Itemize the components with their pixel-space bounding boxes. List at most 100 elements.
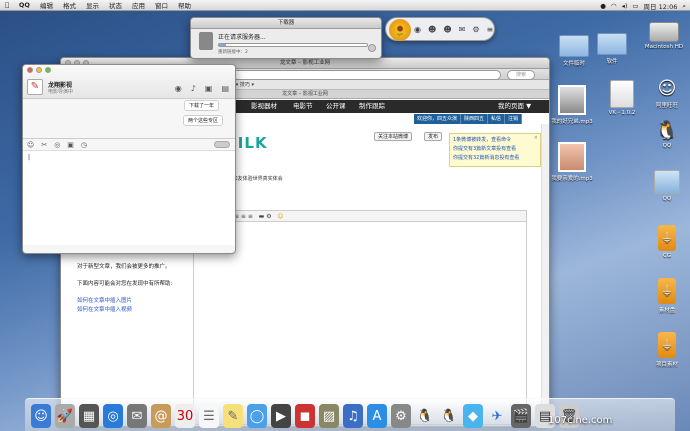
qq-dock-icon[interactable]: 🐧 [415, 404, 435, 428]
menu-icon[interactable]: ≡ [487, 25, 494, 34]
notice-line[interactable]: 你提交有3篇新文章投有查看 [453, 145, 537, 154]
facetime-icon[interactable]: ▶ [271, 404, 291, 428]
search-field[interactable]: 搜索 [507, 70, 535, 80]
iphoto-icon[interactable]: ▨ [319, 404, 339, 428]
film-app-icon[interactable]: 🎬 [511, 404, 531, 428]
clock[interactable]: 周日 12:06 [644, 1, 678, 11]
photo-booth-icon[interactable]: ◼ [295, 404, 315, 428]
desktop-icon-aliwangwang[interactable]: ☺ 阿里旺旺 [643, 78, 690, 109]
launchpad-icon[interactable]: 🚀 [55, 404, 75, 428]
desktop-icon-mp3-1[interactable]: 我的好兄弟.mp3 [548, 85, 596, 125]
avatar[interactable]: ✎ [27, 79, 43, 95]
calendar-icon[interactable]: 30 [175, 404, 195, 428]
app-store-icon[interactable]: A [367, 404, 387, 428]
wifi-icon[interactable]: ◠ [611, 2, 617, 10]
menu-window[interactable]: 窗口 [150, 0, 173, 10]
safari-icon[interactable]: ◎ [103, 404, 123, 428]
contacts-icon[interactable]: @ [151, 404, 171, 428]
zoom-button[interactable] [45, 67, 51, 73]
bird-app-icon[interactable]: ◆ [463, 404, 483, 428]
chat-bubble: 两个这些专区 [182, 115, 223, 126]
close-icon[interactable]: × [534, 134, 538, 143]
desktop-icon-mp3-2[interactable]: 我要亲爱的.mp3 [548, 142, 596, 182]
itunes-icon[interactable]: ♫ [343, 404, 363, 428]
battery-icon[interactable]: ▭ [632, 2, 638, 10]
image-thumbnail-icon [558, 85, 586, 115]
usb-drive-icon: ⏚ [658, 278, 676, 304]
messages-link[interactable]: 私信 [488, 114, 506, 124]
chat-header[interactable]: ✎ 龙翔影视 电影导演中 ◉ ♪ ▣ ▤ [23, 65, 235, 99]
messages-icon[interactable]: ◯ [247, 404, 267, 428]
microphone-icon[interactable]: ♪ [191, 84, 196, 93]
mail-stamp-icon[interactable]: ✉ [127, 404, 147, 428]
publish-button[interactable]: 发布 [424, 132, 443, 141]
scissors-icon[interactable]: ✂ [41, 141, 47, 149]
reminders-icon[interactable]: ☰ [199, 404, 219, 428]
logout-link[interactable]: 注销 [505, 114, 523, 124]
menu-help[interactable]: 帮助 [173, 0, 196, 10]
desktop-icon-project-usb[interactable]: ⏚ 项目素材 [643, 332, 690, 368]
contact-status: 电影导演中 [48, 89, 74, 95]
page-scrollbar[interactable] [541, 124, 549, 424]
contacts-icon[interactable]: ☻ [428, 25, 436, 34]
nav-my-page[interactable]: 我的页面 ▼ [498, 100, 531, 113]
welcome-link[interactable]: 欢迎你，四五众演 [414, 114, 462, 124]
menu-edit[interactable]: 编辑 [35, 0, 58, 10]
desktop-icon-macintosh-hd[interactable]: Macintosh HD [640, 22, 688, 50]
desktop-icon-software-folder[interactable]: 软件 [588, 33, 636, 65]
image-icon[interactable]: ▣ [67, 141, 74, 149]
finder-icon[interactable]: ☺ [31, 404, 51, 428]
notification-box: × 1条微博被转发，查看命令 你提交有3篇新文章投有查看 你提交有32篇新消息投… [449, 133, 541, 167]
settings-icon[interactable]: ⚙ [472, 25, 479, 34]
mail-icon[interactable]: ✉ [459, 25, 466, 34]
nav-equipment[interactable]: 影视器材 [251, 100, 277, 113]
close-button[interactable] [27, 67, 33, 73]
group-icon[interactable]: ☻ [443, 25, 451, 34]
font-icon[interactable]: ◎ [54, 141, 60, 149]
volume-icon[interactable]: ◂) [622, 2, 628, 10]
menu-apps[interactable]: 应用 [127, 0, 150, 10]
chat-icon[interactable]: ◉ [414, 25, 421, 34]
desktop-icon-label: 阿里旺旺 [655, 103, 678, 109]
notice-line[interactable]: 1条微博被转发，查看命令 [453, 136, 537, 145]
spotlight-icon[interactable]: ⌕ [682, 2, 686, 11]
airplane-app-icon[interactable]: ✈ [487, 404, 507, 428]
chat-history[interactable]: 下载了一年 两个这些专区 [23, 99, 235, 139]
cancel-download-icon[interactable] [368, 44, 376, 52]
menu-app-name[interactable]: QQ [14, 1, 35, 9]
help-link-insert-video[interactable]: 如何在文章中插入视频 [77, 306, 172, 315]
menu-format[interactable]: 格式 [58, 0, 81, 10]
desktop-icon-vk-drive[interactable]: VK - 1.0.2 [598, 80, 646, 116]
mission-control-icon[interactable]: ▦ [79, 404, 99, 428]
qq-dock-icon[interactable]: 🐧 [439, 404, 459, 428]
desktop-icon-qq-app[interactable]: 🐧 QQ [643, 120, 690, 149]
desktop-icon-material-usb[interactable]: ⏚ 素材盘 [643, 278, 690, 314]
desktop-icon-cg-usb[interactable]: ⏚ CG [643, 225, 690, 259]
download-titlebar[interactable]: 下载器 [191, 18, 381, 29]
video-icon[interactable]: ▣ [205, 84, 213, 93]
emoji-icon[interactable]: ☺ [27, 141, 34, 149]
apple-menu-icon[interactable]:  [0, 1, 14, 9]
penguin-status-icon[interactable]: ● [600, 2, 606, 10]
minimize-button[interactable] [36, 67, 42, 73]
notice-line[interactable]: 你提交有32篇新消息投有查看 [453, 154, 537, 163]
article-editor[interactable]: ≡ ≡ ≡ ▬ ⚙ ☺ [193, 210, 527, 425]
notes-icon[interactable]: ✎ [223, 404, 243, 428]
nav-open-class[interactable]: 公开课 [326, 100, 346, 113]
history-clock-icon[interactable]: ◷ [81, 141, 87, 149]
message-input[interactable]: | [23, 150, 235, 245]
send-mode-toggle[interactable] [214, 141, 230, 148]
nav-festival[interactable]: 电影节 [293, 100, 313, 113]
nav-production[interactable]: 制作跟踪 [359, 100, 385, 113]
folder-icon[interactable]: ▤ [221, 84, 229, 93]
emoji-icon[interactable]: ☺ [277, 213, 283, 220]
menu-view[interactable]: 显示 [81, 0, 104, 10]
chat-bubble-icon[interactable]: ◉ [175, 84, 182, 93]
help-link-insert-image[interactable]: 如何在文章中插入图片 [77, 297, 172, 306]
user-link[interactable]: 陕西四五 [461, 114, 489, 124]
system-preferences-icon[interactable]: ⚙ [391, 404, 411, 428]
menu-status[interactable]: 状态 [104, 0, 127, 10]
qq-avatar-icon[interactable]: 🌻 [389, 19, 411, 41]
follow-weibo-button[interactable]: 关注本站微博 [374, 132, 413, 141]
desktop-icon-qq-drive[interactable]: QQ [643, 170, 690, 202]
